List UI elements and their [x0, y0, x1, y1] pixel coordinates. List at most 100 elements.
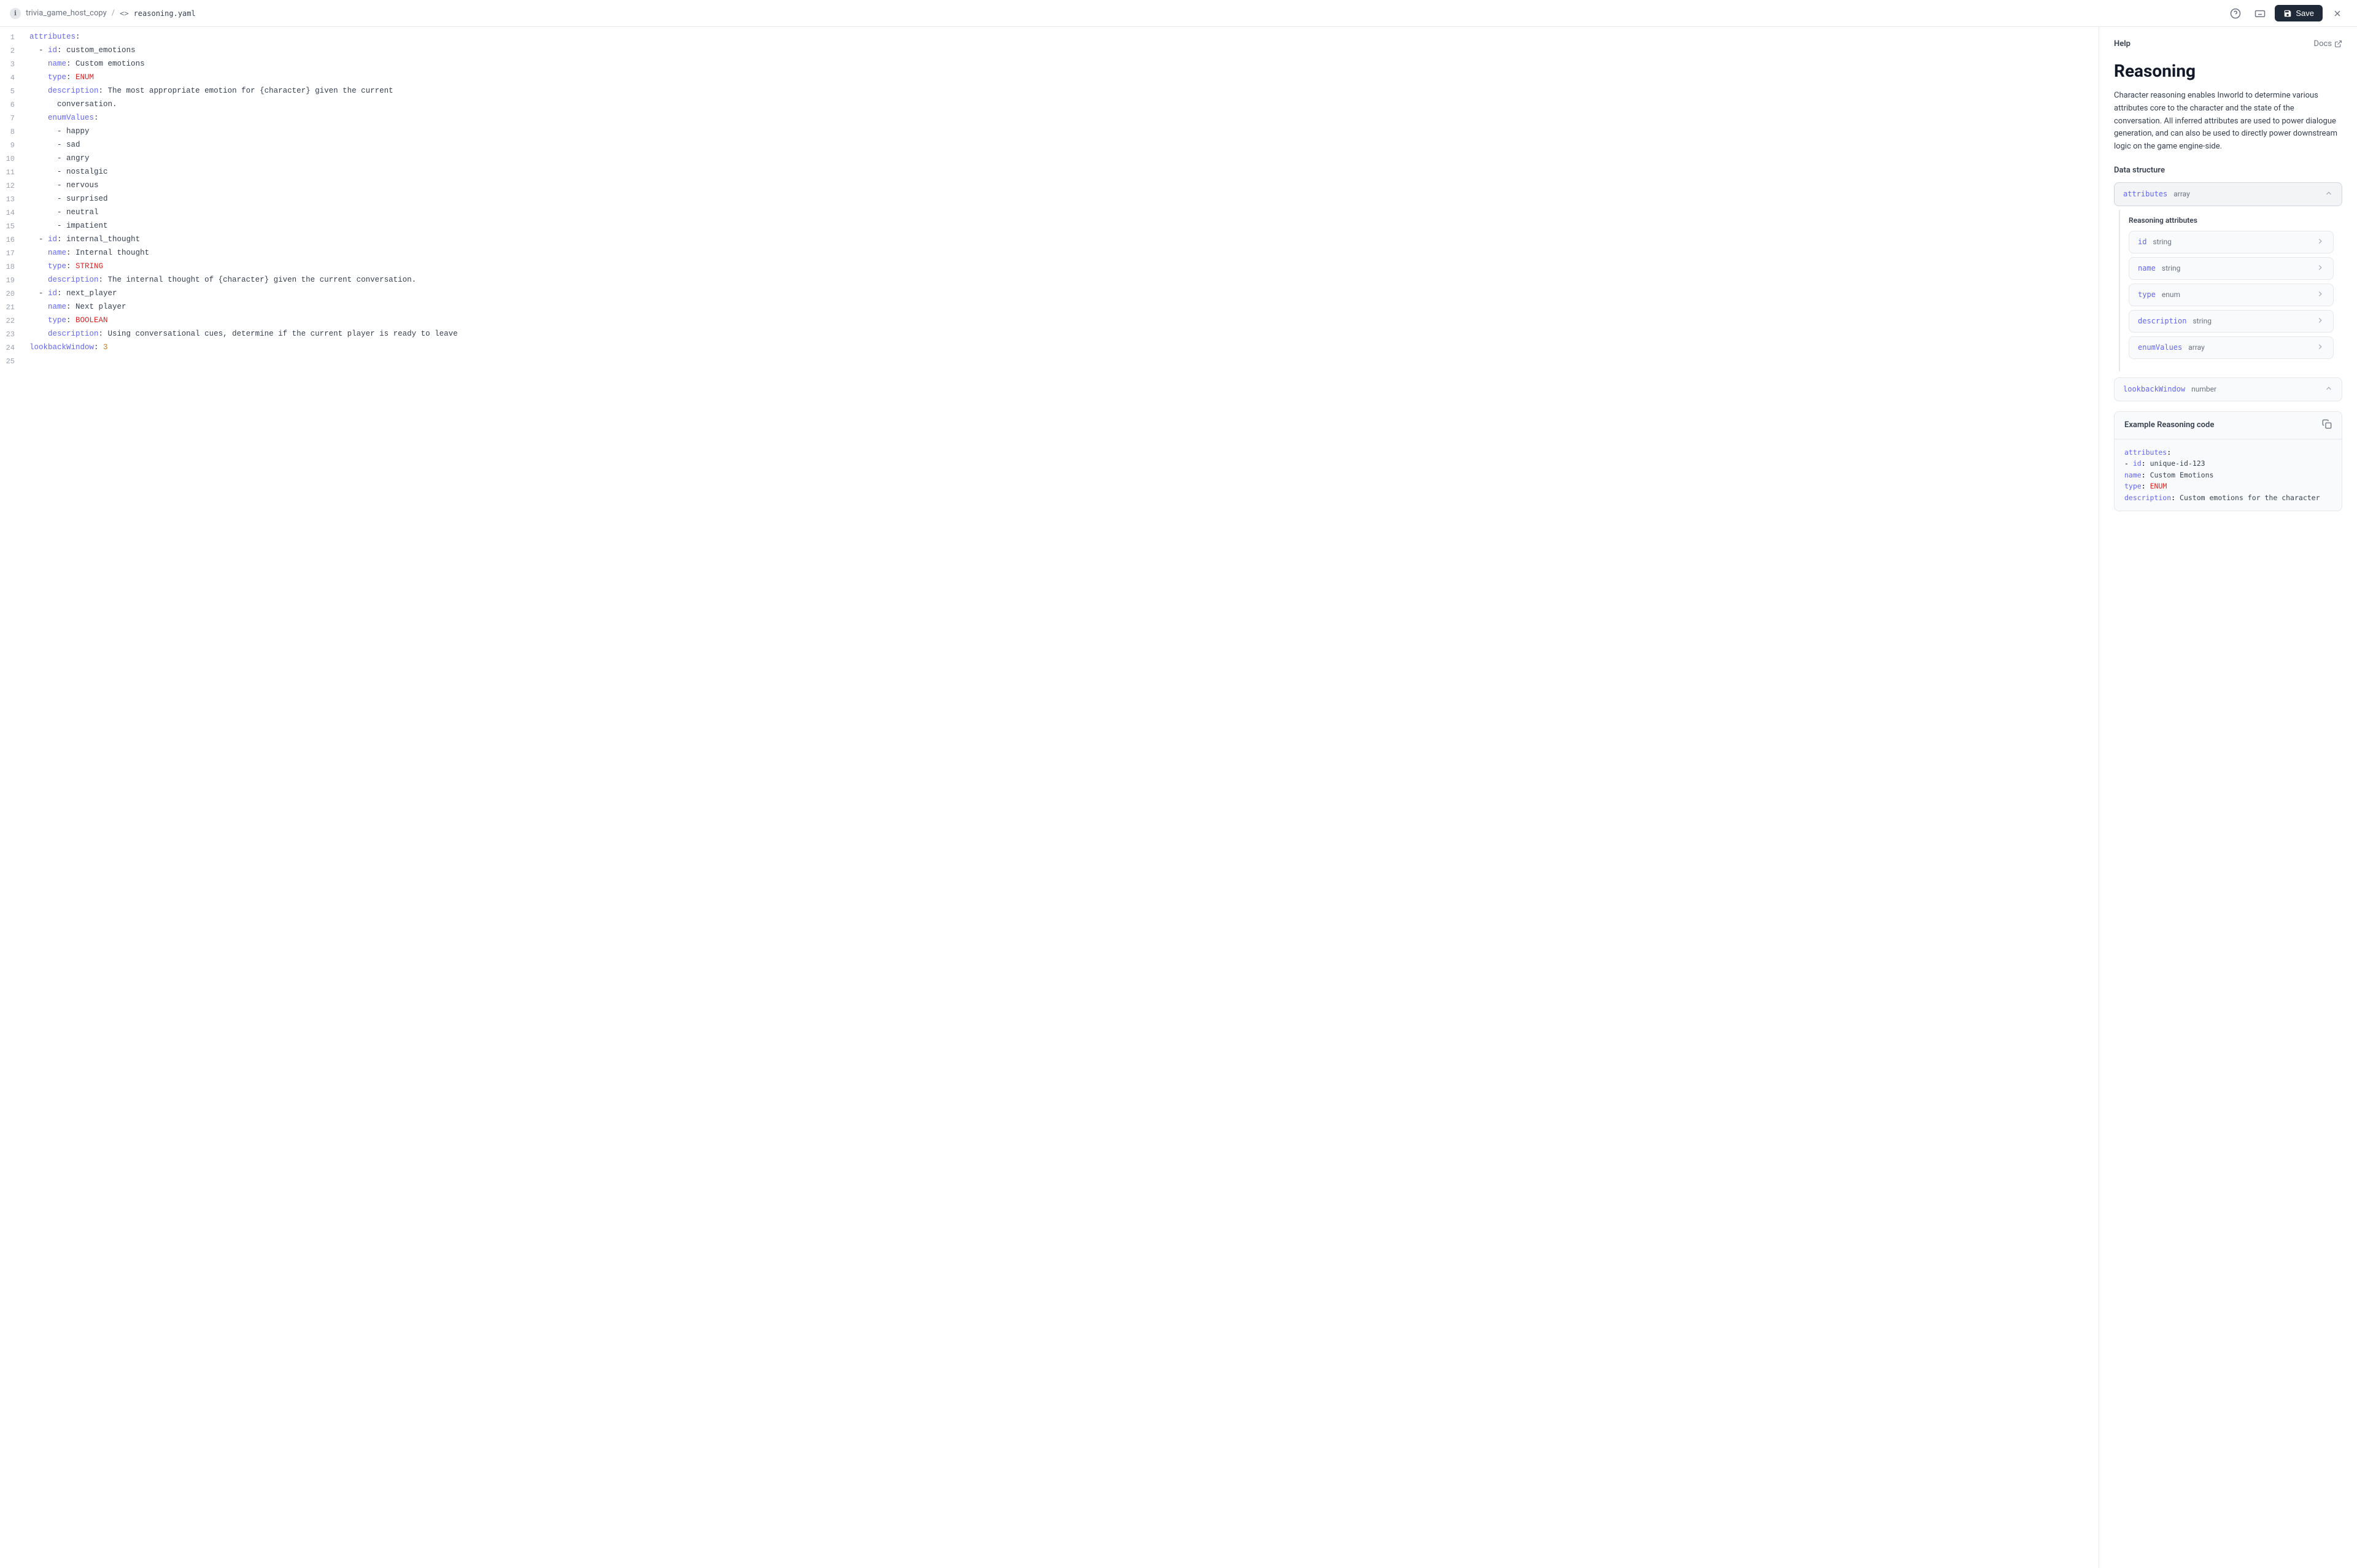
- breadcrumb-file[interactable]: reasoning.yaml: [134, 9, 196, 18]
- lookback-type: number: [2191, 385, 2216, 393]
- line-number: 20: [0, 289, 25, 298]
- attr-row[interactable]: descriptionstring: [2129, 310, 2334, 333]
- attr-row[interactable]: enumValuesarray: [2129, 336, 2334, 359]
- code-line: 5 description: The most appropriate emot…: [0, 86, 2099, 99]
- lookback-window-row[interactable]: lookbackWindow number: [2114, 377, 2342, 401]
- close-button[interactable]: [2328, 4, 2347, 23]
- code-line: 20 - id: next_player: [0, 288, 2099, 302]
- line-content: attributes:: [25, 33, 2099, 41]
- code-line: 18 type: STRING: [0, 261, 2099, 275]
- attr-type-description: string: [2193, 317, 2211, 325]
- attr-row[interactable]: typeenum: [2129, 284, 2334, 306]
- attr-row[interactable]: name string: [2129, 257, 2334, 280]
- line-number: 13: [0, 195, 25, 204]
- line-number: 5: [0, 87, 25, 96]
- chevron-description-icon: [2316, 316, 2324, 326]
- code-line: 25: [0, 356, 2099, 369]
- line-content: - happy: [25, 127, 2099, 136]
- info-icon[interactable]: ℹ: [10, 8, 21, 19]
- line-number: 10: [0, 154, 25, 163]
- line-number: 17: [0, 249, 25, 258]
- line-number: 23: [0, 330, 25, 339]
- example-line: type: ENUM: [2124, 481, 2332, 492]
- example-title: Example Reasoning code: [2124, 420, 2214, 430]
- line-number: 24: [0, 343, 25, 352]
- line-content: - id: next_player: [25, 289, 2099, 298]
- code-line: 6 conversation.: [0, 99, 2099, 113]
- help-header: Help Docs: [2114, 39, 2342, 48]
- example-line: name: Custom Emotions: [2124, 469, 2332, 481]
- line-number: 16: [0, 235, 25, 244]
- code-editor[interactable]: 1attributes:2 - id: custom_emotions3 nam…: [0, 27, 2099, 1568]
- attributes-type: array: [2173, 190, 2190, 198]
- attr-type-name: string: [2162, 264, 2180, 272]
- breadcrumb-project[interactable]: trivia_game_host_copy: [26, 9, 107, 18]
- line-content: - nostalgic: [25, 168, 2099, 176]
- attr-key-id: id: [2138, 238, 2146, 246]
- line-content: type: BOOLEAN: [25, 316, 2099, 325]
- help-description: Character reasoning enables Inworld to d…: [2114, 90, 2342, 153]
- code-line: 12 - nervous: [0, 180, 2099, 194]
- code-line: 7 enumValues:: [0, 113, 2099, 126]
- code-line: 17 name: Internal thought: [0, 248, 2099, 261]
- topbar-actions: Save: [2226, 4, 2347, 23]
- code-line: 23 description: Using conversational cue…: [0, 329, 2099, 342]
- save-button[interactable]: Save: [2275, 5, 2323, 21]
- code-line: 9 - sad: [0, 140, 2099, 153]
- topbar: ℹ trivia_game_host_copy / <> reasoning.y…: [0, 0, 2357, 27]
- attributes-row[interactable]: attributes array: [2114, 182, 2342, 206]
- line-content: - sad: [25, 141, 2099, 149]
- code-line: 15 - impatient: [0, 221, 2099, 234]
- help-panel: Help Docs Reasoning Character reasoning …: [2099, 27, 2357, 1568]
- data-structure-title: Data structure: [2114, 166, 2342, 175]
- line-number: 6: [0, 100, 25, 109]
- code-line: 8 - happy: [0, 126, 2099, 140]
- line-content: description: The most appropriate emotio…: [25, 87, 2099, 95]
- attr-type-id: string: [2153, 238, 2171, 246]
- line-content: description: Using conversational cues, …: [25, 330, 2099, 338]
- line-number: 12: [0, 181, 25, 190]
- breadcrumb: ℹ trivia_game_host_copy / <> reasoning.y…: [10, 8, 196, 19]
- file-type-icon: <>: [120, 9, 128, 18]
- line-number: 7: [0, 114, 25, 123]
- line-number: 3: [0, 60, 25, 69]
- line-content: - impatient: [25, 222, 2099, 230]
- code-line: 1attributes:: [0, 32, 2099, 45]
- line-content: name: Custom emotions: [25, 60, 2099, 68]
- line-number: 19: [0, 276, 25, 285]
- line-number: 21: [0, 303, 25, 312]
- attr-key-name: name: [2138, 264, 2156, 272]
- code-line: 11 - nostalgic: [0, 167, 2099, 180]
- docs-link[interactable]: Docs: [2314, 39, 2342, 48]
- attributes-chevron-icon: [2324, 189, 2333, 199]
- breadcrumb-separator: /: [112, 9, 115, 18]
- help-title: Help: [2114, 39, 2131, 48]
- line-number: 1: [0, 33, 25, 42]
- code-line: 10 - angry: [0, 153, 2099, 167]
- chevron-id-icon: [2316, 237, 2324, 247]
- line-content: - angry: [25, 154, 2099, 163]
- main-layout: 1attributes:2 - id: custom_emotions3 nam…: [0, 27, 2357, 1568]
- attr-type-type: enum: [2162, 290, 2180, 299]
- example-line: attributes:: [2124, 447, 2332, 458]
- line-content: enumValues:: [25, 114, 2099, 122]
- help-icon-button[interactable]: [2226, 4, 2245, 23]
- line-content: - id: custom_emotions: [25, 46, 2099, 55]
- line-content: lookbackWindow: 3: [25, 343, 2099, 352]
- code-line: 16 - id: internal_thought: [0, 234, 2099, 248]
- code-line: 13 - surprised: [0, 194, 2099, 207]
- line-content: type: ENUM: [25, 73, 2099, 82]
- keyboard-icon-button[interactable]: [2250, 4, 2270, 23]
- lookback-key: lookbackWindow: [2123, 385, 2185, 393]
- code-line: 2 - id: custom_emotions: [0, 45, 2099, 59]
- attr-row[interactable]: id string: [2129, 231, 2334, 253]
- chevron-enumValues-icon: [2316, 342, 2324, 353]
- line-content: name: Next player: [25, 303, 2099, 311]
- code-line: 21 name: Next player: [0, 302, 2099, 315]
- line-content: type: STRING: [25, 262, 2099, 271]
- copy-icon[interactable]: [2322, 419, 2332, 431]
- line-number: 9: [0, 141, 25, 150]
- help-heading: Reasoning: [2114, 61, 2342, 81]
- code-line: 24lookbackWindow: 3: [0, 342, 2099, 356]
- code-line: 3 name: Custom emotions: [0, 59, 2099, 72]
